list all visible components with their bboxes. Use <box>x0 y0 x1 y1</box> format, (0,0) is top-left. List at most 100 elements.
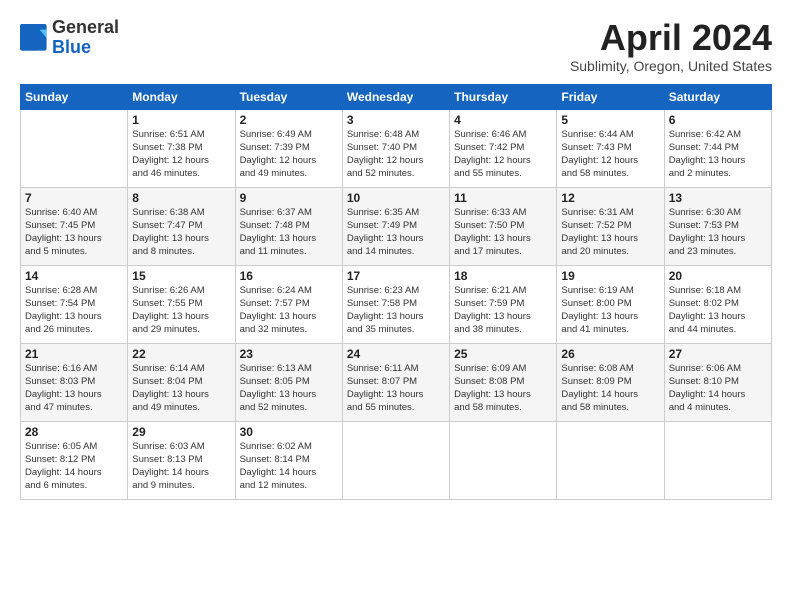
day-number: 22 <box>132 347 230 361</box>
day-number: 12 <box>561 191 659 205</box>
day-number: 19 <box>561 269 659 283</box>
week-row-5: 28Sunrise: 6:05 AM Sunset: 8:12 PM Dayli… <box>21 421 772 499</box>
location-subtitle: Sublimity, Oregon, United States <box>570 58 772 74</box>
day-number: 24 <box>347 347 445 361</box>
header-thursday: Thursday <box>450 84 557 109</box>
calendar-cell: 15Sunrise: 6:26 AM Sunset: 7:55 PM Dayli… <box>128 265 235 343</box>
day-number: 27 <box>669 347 767 361</box>
day-info: Sunrise: 6:14 AM Sunset: 8:04 PM Dayligh… <box>132 362 230 415</box>
calendar-cell: 27Sunrise: 6:06 AM Sunset: 8:10 PM Dayli… <box>664 343 771 421</box>
week-row-4: 21Sunrise: 6:16 AM Sunset: 8:03 PM Dayli… <box>21 343 772 421</box>
calendar-cell: 6Sunrise: 6:42 AM Sunset: 7:44 PM Daylig… <box>664 109 771 187</box>
calendar-cell: 23Sunrise: 6:13 AM Sunset: 8:05 PM Dayli… <box>235 343 342 421</box>
week-row-1: 1Sunrise: 6:51 AM Sunset: 7:38 PM Daylig… <box>21 109 772 187</box>
calendar-cell: 9Sunrise: 6:37 AM Sunset: 7:48 PM Daylig… <box>235 187 342 265</box>
day-info: Sunrise: 6:18 AM Sunset: 8:02 PM Dayligh… <box>669 284 767 337</box>
day-info: Sunrise: 6:46 AM Sunset: 7:42 PM Dayligh… <box>454 128 552 181</box>
calendar-cell: 20Sunrise: 6:18 AM Sunset: 8:02 PM Dayli… <box>664 265 771 343</box>
calendar-cell: 21Sunrise: 6:16 AM Sunset: 8:03 PM Dayli… <box>21 343 128 421</box>
calendar-cell: 3Sunrise: 6:48 AM Sunset: 7:40 PM Daylig… <box>342 109 449 187</box>
day-info: Sunrise: 6:02 AM Sunset: 8:14 PM Dayligh… <box>240 440 338 493</box>
day-info: Sunrise: 6:35 AM Sunset: 7:49 PM Dayligh… <box>347 206 445 259</box>
day-number: 21 <box>25 347 123 361</box>
day-number: 6 <box>669 113 767 127</box>
month-title: April 2024 <box>570 18 772 58</box>
day-info: Sunrise: 6:24 AM Sunset: 7:57 PM Dayligh… <box>240 284 338 337</box>
day-info: Sunrise: 6:13 AM Sunset: 8:05 PM Dayligh… <box>240 362 338 415</box>
logo: General Blue <box>20 18 119 58</box>
calendar-cell: 8Sunrise: 6:38 AM Sunset: 7:47 PM Daylig… <box>128 187 235 265</box>
title-area: April 2024 Sublimity, Oregon, United Sta… <box>570 18 772 74</box>
day-info: Sunrise: 6:09 AM Sunset: 8:08 PM Dayligh… <box>454 362 552 415</box>
page: General Blue April 2024 Sublimity, Orego… <box>0 0 792 512</box>
calendar-cell: 11Sunrise: 6:33 AM Sunset: 7:50 PM Dayli… <box>450 187 557 265</box>
calendar-cell: 19Sunrise: 6:19 AM Sunset: 8:00 PM Dayli… <box>557 265 664 343</box>
logo-icon <box>20 24 48 52</box>
day-number: 10 <box>347 191 445 205</box>
logo-text: General Blue <box>52 18 119 58</box>
weekday-header-row: Sunday Monday Tuesday Wednesday Thursday… <box>21 84 772 109</box>
calendar-cell <box>450 421 557 499</box>
day-info: Sunrise: 6:48 AM Sunset: 7:40 PM Dayligh… <box>347 128 445 181</box>
day-number: 7 <box>25 191 123 205</box>
calendar-cell <box>342 421 449 499</box>
calendar-cell <box>557 421 664 499</box>
day-number: 23 <box>240 347 338 361</box>
header-sunday: Sunday <box>21 84 128 109</box>
day-info: Sunrise: 6:40 AM Sunset: 7:45 PM Dayligh… <box>25 206 123 259</box>
calendar-cell: 4Sunrise: 6:46 AM Sunset: 7:42 PM Daylig… <box>450 109 557 187</box>
day-info: Sunrise: 6:08 AM Sunset: 8:09 PM Dayligh… <box>561 362 659 415</box>
logo-blue-text: Blue <box>52 38 119 58</box>
calendar-cell: 30Sunrise: 6:02 AM Sunset: 8:14 PM Dayli… <box>235 421 342 499</box>
day-number: 9 <box>240 191 338 205</box>
day-number: 30 <box>240 425 338 439</box>
header-friday: Friday <box>557 84 664 109</box>
week-row-3: 14Sunrise: 6:28 AM Sunset: 7:54 PM Dayli… <box>21 265 772 343</box>
calendar-cell <box>664 421 771 499</box>
day-info: Sunrise: 6:28 AM Sunset: 7:54 PM Dayligh… <box>25 284 123 337</box>
header-saturday: Saturday <box>664 84 771 109</box>
day-info: Sunrise: 6:21 AM Sunset: 7:59 PM Dayligh… <box>454 284 552 337</box>
day-info: Sunrise: 6:23 AM Sunset: 7:58 PM Dayligh… <box>347 284 445 337</box>
calendar-cell: 10Sunrise: 6:35 AM Sunset: 7:49 PM Dayli… <box>342 187 449 265</box>
day-number: 3 <box>347 113 445 127</box>
header-wednesday: Wednesday <box>342 84 449 109</box>
day-info: Sunrise: 6:30 AM Sunset: 7:53 PM Dayligh… <box>669 206 767 259</box>
day-number: 18 <box>454 269 552 283</box>
day-info: Sunrise: 6:51 AM Sunset: 7:38 PM Dayligh… <box>132 128 230 181</box>
day-info: Sunrise: 6:42 AM Sunset: 7:44 PM Dayligh… <box>669 128 767 181</box>
day-info: Sunrise: 6:33 AM Sunset: 7:50 PM Dayligh… <box>454 206 552 259</box>
week-row-2: 7Sunrise: 6:40 AM Sunset: 7:45 PM Daylig… <box>21 187 772 265</box>
calendar-table: Sunday Monday Tuesday Wednesday Thursday… <box>20 84 772 500</box>
day-number: 11 <box>454 191 552 205</box>
day-number: 29 <box>132 425 230 439</box>
day-number: 28 <box>25 425 123 439</box>
day-number: 14 <box>25 269 123 283</box>
day-number: 17 <box>347 269 445 283</box>
day-number: 20 <box>669 269 767 283</box>
day-info: Sunrise: 6:26 AM Sunset: 7:55 PM Dayligh… <box>132 284 230 337</box>
logo-general-text: General <box>52 18 119 38</box>
calendar-cell: 5Sunrise: 6:44 AM Sunset: 7:43 PM Daylig… <box>557 109 664 187</box>
day-info: Sunrise: 6:06 AM Sunset: 8:10 PM Dayligh… <box>669 362 767 415</box>
calendar-cell: 12Sunrise: 6:31 AM Sunset: 7:52 PM Dayli… <box>557 187 664 265</box>
day-number: 8 <box>132 191 230 205</box>
calendar-cell: 18Sunrise: 6:21 AM Sunset: 7:59 PM Dayli… <box>450 265 557 343</box>
calendar-cell: 17Sunrise: 6:23 AM Sunset: 7:58 PM Dayli… <box>342 265 449 343</box>
calendar-cell: 1Sunrise: 6:51 AM Sunset: 7:38 PM Daylig… <box>128 109 235 187</box>
header-tuesday: Tuesday <box>235 84 342 109</box>
day-info: Sunrise: 6:37 AM Sunset: 7:48 PM Dayligh… <box>240 206 338 259</box>
day-number: 5 <box>561 113 659 127</box>
day-number: 16 <box>240 269 338 283</box>
day-info: Sunrise: 6:03 AM Sunset: 8:13 PM Dayligh… <box>132 440 230 493</box>
calendar-cell: 14Sunrise: 6:28 AM Sunset: 7:54 PM Dayli… <box>21 265 128 343</box>
calendar-cell: 24Sunrise: 6:11 AM Sunset: 8:07 PM Dayli… <box>342 343 449 421</box>
day-number: 1 <box>132 113 230 127</box>
calendar-cell: 28Sunrise: 6:05 AM Sunset: 8:12 PM Dayli… <box>21 421 128 499</box>
header: General Blue April 2024 Sublimity, Orego… <box>20 18 772 74</box>
day-info: Sunrise: 6:16 AM Sunset: 8:03 PM Dayligh… <box>25 362 123 415</box>
day-info: Sunrise: 6:19 AM Sunset: 8:00 PM Dayligh… <box>561 284 659 337</box>
calendar-cell: 13Sunrise: 6:30 AM Sunset: 7:53 PM Dayli… <box>664 187 771 265</box>
day-number: 26 <box>561 347 659 361</box>
calendar-cell: 7Sunrise: 6:40 AM Sunset: 7:45 PM Daylig… <box>21 187 128 265</box>
